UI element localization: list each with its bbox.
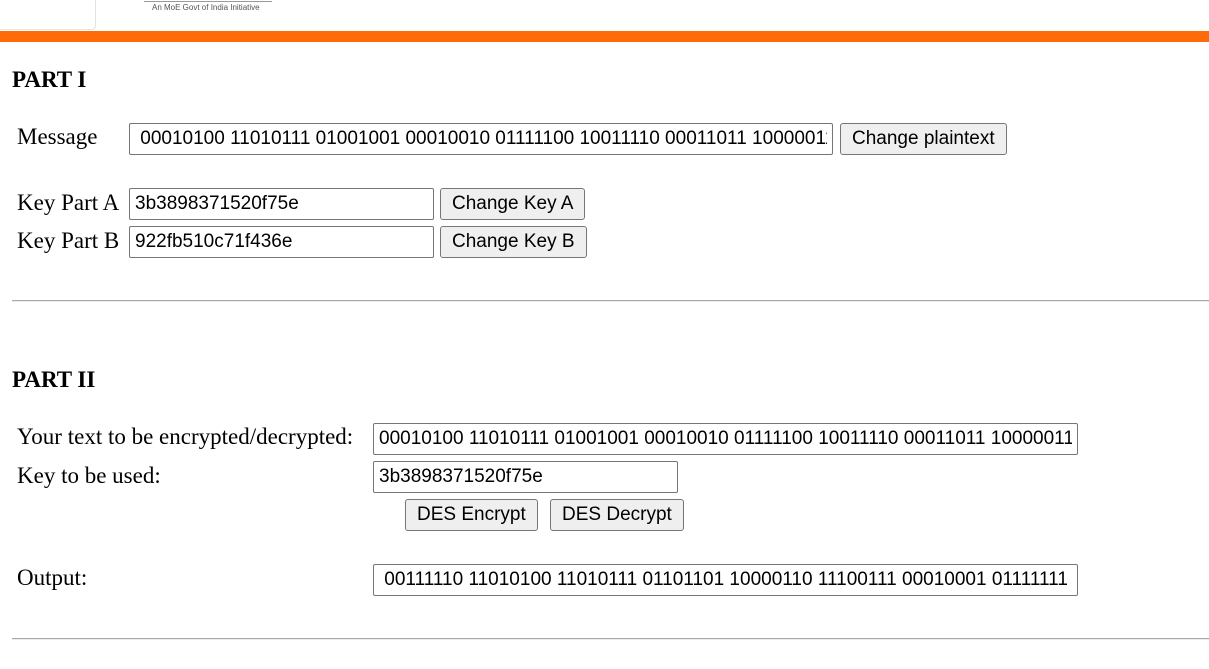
header-accent-bar [0, 31, 1209, 42]
des-decrypt-button[interactable]: DES Decrypt [550, 499, 684, 531]
des-encrypt-button[interactable]: DES Encrypt [405, 499, 538, 531]
text-label: Your text to be encrypted/decrypted: [17, 424, 354, 449]
part2-heading: PART II [12, 367, 96, 392]
key-used-label: Key to be used: [17, 463, 161, 488]
tagline-divider [144, 1, 272, 2]
header-tagline: An MoE Govt of India Initiative [152, 3, 260, 12]
key-a-label: Key Part A [17, 190, 120, 215]
section-divider [12, 300, 1209, 302]
bottom-divider [12, 638, 1209, 640]
message-input[interactable] [129, 123, 833, 155]
key-b-label: Key Part B [17, 228, 120, 253]
change-plaintext-button[interactable]: Change plaintext [840, 123, 1007, 155]
key-used-input[interactable] [373, 461, 678, 493]
output-field[interactable] [373, 564, 1078, 596]
logo-icon[interactable] [0, 0, 96, 30]
message-label: Message [17, 124, 98, 149]
site-header: An MoE Govt of India Initiative [0, 0, 1209, 31]
key-a-input[interactable] [129, 188, 434, 220]
change-key-a-button[interactable]: Change Key A [440, 188, 586, 220]
change-key-b-button[interactable]: Change Key B [440, 226, 587, 258]
key-b-input[interactable] [129, 226, 434, 258]
output-label: Output: [17, 565, 88, 590]
text-input[interactable] [373, 423, 1078, 455]
part1-heading: PART I [12, 67, 87, 92]
